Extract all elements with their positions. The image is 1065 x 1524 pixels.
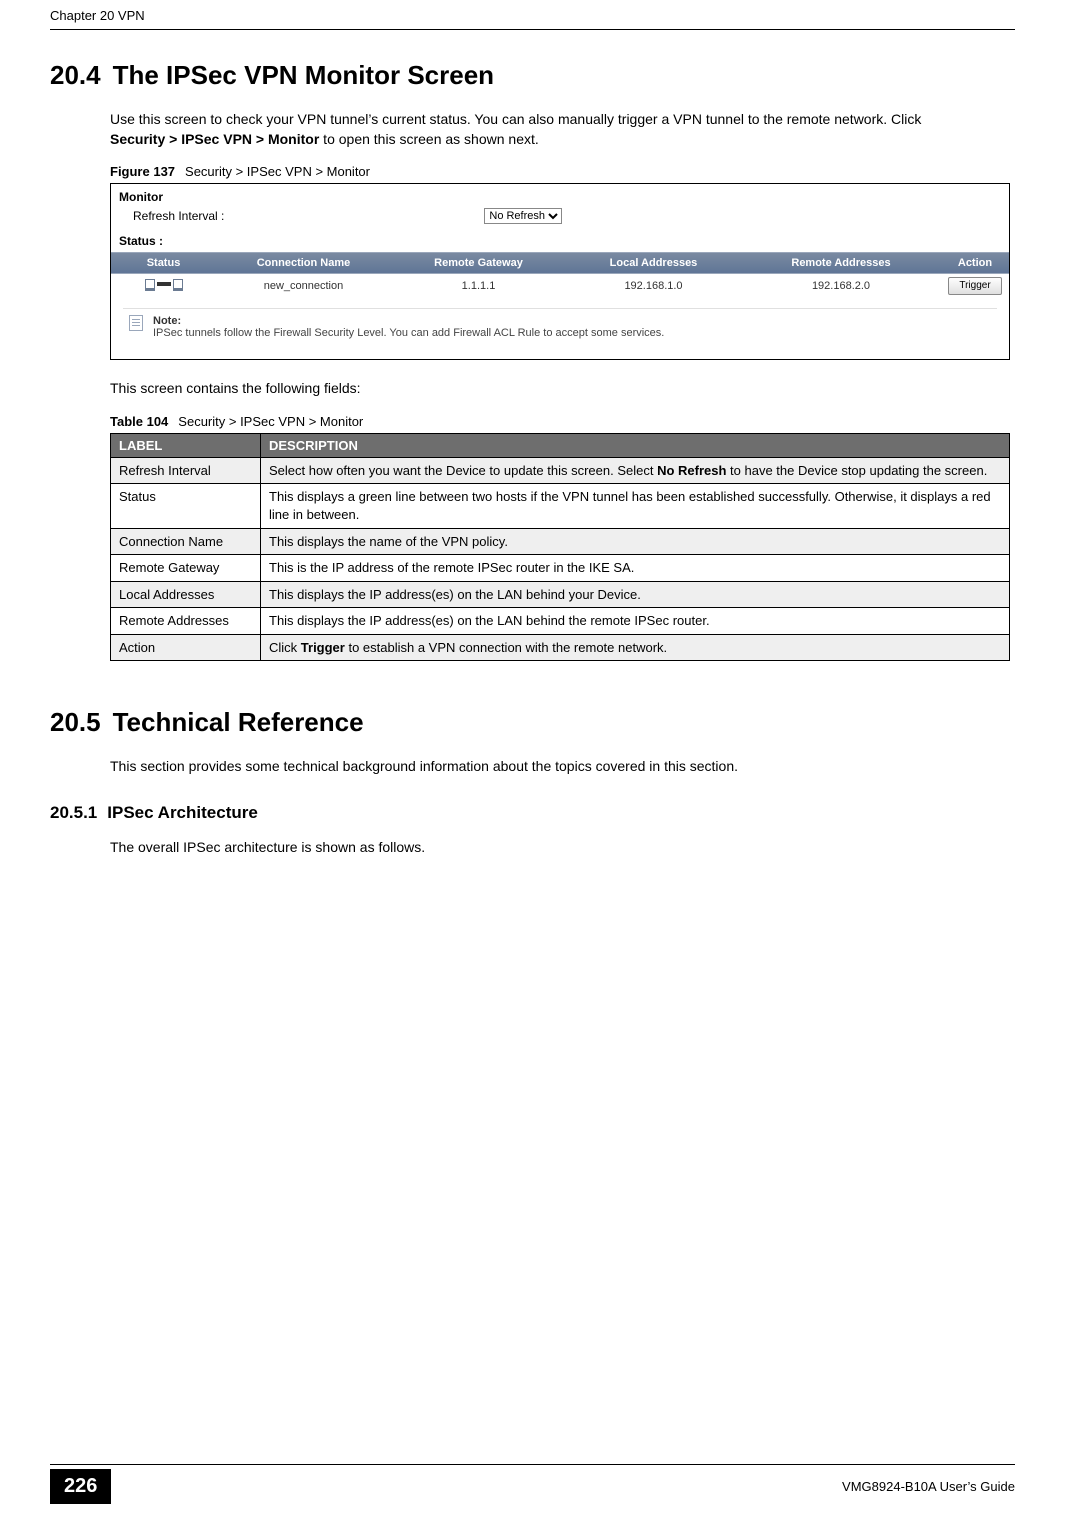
- figure-137-caption: Figure 137 Security > IPSec VPN > Monitor: [110, 164, 1015, 179]
- table-row: Connection Name This displays the name o…: [111, 528, 1010, 555]
- col-action: Action: [941, 257, 1009, 269]
- figure-label: Figure 137: [110, 164, 175, 179]
- page-footer: 226 VMG8924-B10A User’s Guide: [50, 1464, 1015, 1504]
- trigger-button[interactable]: Trigger: [948, 277, 1002, 295]
- td-label: Status: [111, 484, 261, 528]
- page-number: 226: [50, 1469, 111, 1504]
- td-desc: Select how often you want the Device to …: [261, 457, 1010, 484]
- host-right-icon: [173, 279, 183, 289]
- cell-status: [111, 279, 216, 292]
- col-remote-gateway: Remote Gateway: [391, 257, 566, 269]
- section-20-5-heading: 20.5 Technical Reference: [50, 707, 1015, 738]
- th-description: DESCRIPTION: [261, 433, 1010, 457]
- rule-top: [50, 29, 1015, 30]
- after-figure-para: This screen contains the following field…: [110, 378, 950, 398]
- note-page-icon: [129, 315, 143, 331]
- col-connection-name: Connection Name: [216, 257, 391, 269]
- table-row: Remote Addresses This displays the IP ad…: [111, 608, 1010, 635]
- table-label: Table 104: [110, 414, 168, 429]
- section-20-4-heading: 20.4 The IPSec VPN Monitor Screen: [50, 60, 1015, 91]
- link-bar-icon: [157, 282, 171, 286]
- section-number: 20.4: [50, 60, 101, 90]
- note-text: IPSec tunnels follow the Firewall Securi…: [153, 327, 989, 339]
- host-left-icon: [145, 279, 155, 289]
- table-104-caption: Table 104 Security > IPSec VPN > Monitor: [110, 414, 1015, 429]
- grid-header: Status Connection Name Remote Gateway Lo…: [111, 252, 1009, 274]
- td-desc: This displays a green line between two h…: [261, 484, 1010, 528]
- td-label: Remote Gateway: [111, 555, 261, 582]
- status-heading: Status :: [111, 232, 1009, 252]
- section-20-5-1-heading: 20.5.1 IPSec Architecture: [50, 803, 1015, 823]
- th-label: LABEL: [111, 433, 261, 457]
- td-desc: This displays the IP address(es) on the …: [261, 581, 1010, 608]
- vpn-status-icon: [145, 279, 183, 289]
- section-title-text: Technical Reference: [113, 707, 364, 737]
- cell-remote-addresses: 192.168.2.0: [741, 280, 941, 292]
- table-row: Remote Gateway This is the IP address of…: [111, 555, 1010, 582]
- td-label: Connection Name: [111, 528, 261, 555]
- refresh-interval-select[interactable]: No Refresh: [484, 208, 562, 224]
- section-number: 20.5: [50, 707, 101, 737]
- running-head: Chapter 20 VPN: [50, 0, 1015, 29]
- note-label: Note:: [153, 315, 989, 327]
- cell-connection-name: new_connection: [216, 280, 391, 292]
- table-row: Refresh Interval Select how often you wa…: [111, 457, 1010, 484]
- refresh-interval-label: Refresh Interval :: [133, 209, 224, 223]
- monitor-heading: Monitor: [111, 184, 1009, 206]
- table-caption-text: Security > IPSec VPN > Monitor: [178, 414, 363, 429]
- col-status: Status: [111, 257, 216, 269]
- section-20-5-1-para: The overall IPSec architecture is shown …: [110, 837, 950, 857]
- td-desc: This is the IP address of the remote IPS…: [261, 555, 1010, 582]
- td-label: Action: [111, 634, 261, 661]
- table-row: Action Click Trigger to establish a VPN …: [111, 634, 1010, 661]
- cell-action: Trigger: [941, 277, 1009, 295]
- td-desc: This displays the name of the VPN policy…: [261, 528, 1010, 555]
- td-desc: This displays the IP address(es) on the …: [261, 608, 1010, 635]
- td-label: Remote Addresses: [111, 608, 261, 635]
- col-local-addresses: Local Addresses: [566, 257, 741, 269]
- cell-local-addresses: 192.168.1.0: [566, 280, 741, 292]
- section-20-4-para: Use this screen to check your VPN tunnel…: [110, 109, 950, 150]
- subsection-number: 20.5.1: [50, 803, 97, 822]
- td-desc: Click Trigger to establish a VPN connect…: [261, 634, 1010, 661]
- table-row: Local Addresses This displays the IP add…: [111, 581, 1010, 608]
- figure-137-screenshot: Monitor Refresh Interval : No Refresh St…: [110, 183, 1010, 360]
- rule-bottom: [50, 1464, 1015, 1465]
- figure-caption-text: Security > IPSec VPN > Monitor: [185, 164, 370, 179]
- section-title-text: The IPSec VPN Monitor Screen: [113, 60, 494, 90]
- note-box: Note: IPSec tunnels follow the Firewall …: [123, 308, 997, 347]
- td-label: Refresh Interval: [111, 457, 261, 484]
- table-104: LABEL DESCRIPTION Refresh Interval Selec…: [110, 433, 1010, 661]
- col-remote-addresses: Remote Addresses: [741, 257, 941, 269]
- para-bold: Security > IPSec VPN > Monitor: [110, 131, 319, 147]
- para-text: Use this screen to check your VPN tunnel…: [110, 111, 921, 127]
- section-20-5-para: This section provides some technical bac…: [110, 756, 950, 776]
- table-row: Status This displays a green line betwee…: [111, 484, 1010, 528]
- para-tail: to open this screen as shown next.: [319, 131, 538, 147]
- td-label: Local Addresses: [111, 581, 261, 608]
- grid-row: new_connection 1.1.1.1 192.168.1.0 192.1…: [111, 274, 1009, 298]
- cell-remote-gateway: 1.1.1.1: [391, 280, 566, 292]
- guide-title: VMG8924-B10A User’s Guide: [842, 1479, 1015, 1494]
- subsection-title-text: IPSec Architecture: [107, 803, 258, 822]
